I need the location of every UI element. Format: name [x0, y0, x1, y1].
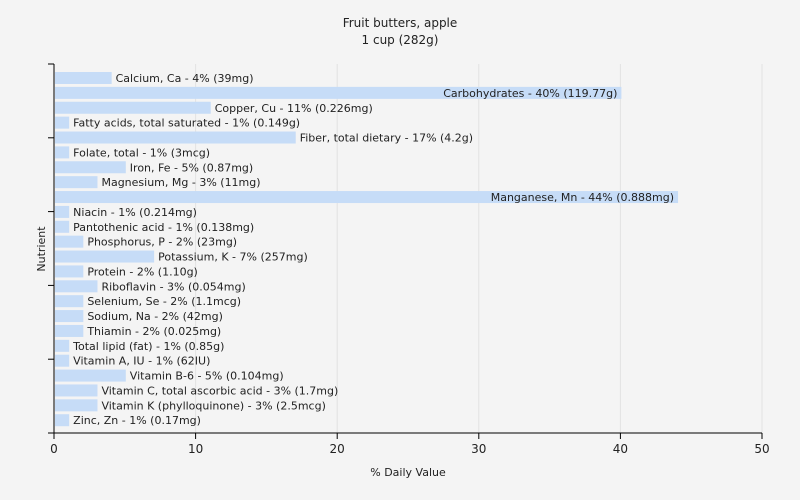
bar [55, 414, 70, 427]
bar [55, 280, 98, 293]
bar-label: Fiber, total dietary - 17% (4.2g) [300, 132, 473, 145]
bar-label: Total lipid (fat) - 1% (0.85g) [72, 340, 224, 353]
bar-label: Protein - 2% (1.10g) [87, 265, 198, 278]
bar-label: Riboflavin - 3% (0.054mg) [101, 280, 245, 293]
y-axis-label: Nutrient [35, 226, 48, 272]
bar-label: Manganese, Mn - 44% (0.888mg) [491, 191, 674, 204]
bar-label: Thiamin - 2% (0.025mg) [86, 325, 221, 338]
bar [55, 295, 84, 308]
bar-label: Vitamin K (phylloquinone) - 3% (2.5mcg) [101, 399, 325, 412]
plot-area: Calcium, Ca - 4% (39mg) Carbohydrates - 4… [48, 63, 770, 456]
bar-label: Folate, total - 1% (3mcg) [73, 146, 210, 159]
bar-label: Calcium, Ca - 4% (39mg) [116, 72, 254, 85]
bar-label: Pantothenic acid - 1% (0.138mg) [73, 221, 254, 234]
bar-label: Phosphorus, P - 2% (23mg) [87, 236, 237, 249]
chart-subtitle: 1 cup (282g) [362, 33, 439, 47]
bar [55, 176, 98, 189]
bar-label: Iron, Fe - 5% (0.87mg) [130, 161, 253, 174]
x-tick-label: 10 [188, 442, 203, 456]
bar [55, 220, 70, 233]
bar-label: Magnesium, Mg - 3% (11mg) [101, 176, 260, 189]
bar-label: Carbohydrates - 40% (119.77g) [443, 87, 617, 100]
nutrient-bar-chart: Fruit butters, apple 1 cup (282g) Calciu… [35, 16, 770, 479]
bar [55, 72, 112, 84]
bar [55, 205, 70, 218]
bar [55, 235, 84, 248]
bar-label: Sodium, Na - 2% (42mg) [87, 310, 223, 323]
x-tick-label: 40 [613, 442, 628, 456]
x-tick-label: 30 [471, 442, 486, 456]
x-tick-label: 0 [50, 442, 58, 456]
bar [55, 324, 84, 337]
x-axis-label: % Daily Value [370, 466, 446, 479]
bar [55, 161, 126, 174]
bar [55, 399, 98, 412]
bar [55, 369, 126, 382]
bar [55, 265, 84, 278]
bar [55, 384, 98, 397]
bar-label: Vitamin C, total ascorbic acid - 3% (1.7… [101, 384, 338, 397]
bar-label: Vitamin B-6 - 5% (0.104mg) [130, 370, 284, 383]
bar-label: Vitamin A, IU - 1% (62IU) [73, 355, 210, 368]
bar [55, 131, 296, 144]
bar [55, 354, 70, 367]
bar-label: Zinc, Zn - 1% (0.17mg) [73, 414, 201, 427]
bar [55, 339, 70, 352]
bar [55, 146, 70, 159]
bar-label: Selenium, Se - 2% (1.1mcg) [87, 295, 241, 308]
chart-title: Fruit butters, apple [343, 16, 458, 30]
bar [55, 310, 84, 323]
bar [55, 250, 155, 263]
bar-label: Fatty acids, total saturated - 1% (0.149… [73, 117, 300, 130]
x-tick-label: 50 [754, 442, 769, 456]
bar [55, 101, 211, 114]
bar [55, 116, 70, 129]
x-tick-label: 20 [330, 442, 345, 456]
bar-label: Copper, Cu - 11% (0.226mg) [215, 102, 373, 115]
bar-label: Potassium, K - 7% (257mg) [158, 251, 308, 264]
bar-label: Niacin - 1% (0.214mg) [73, 206, 197, 219]
